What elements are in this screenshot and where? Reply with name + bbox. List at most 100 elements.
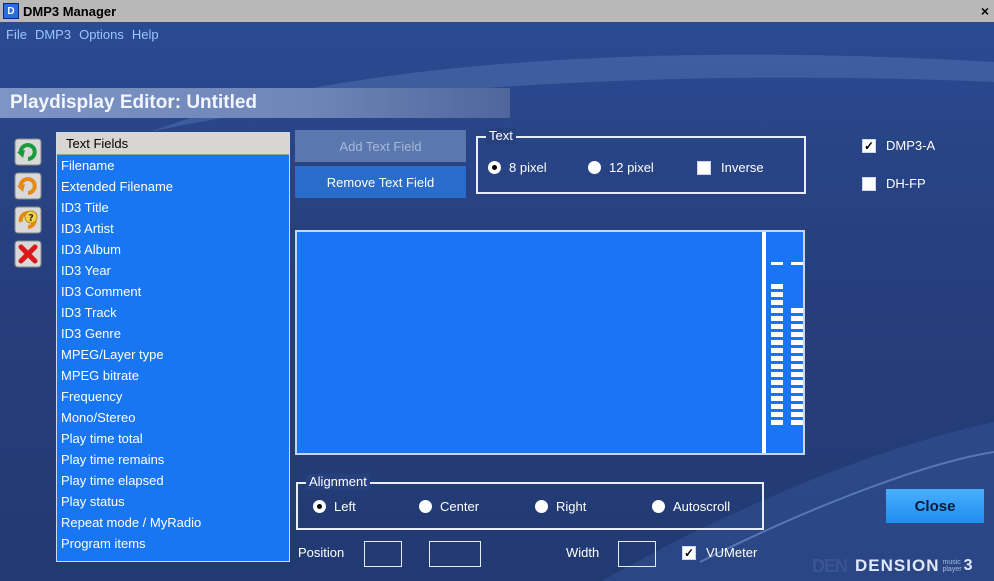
align-autoscroll-radio[interactable]: Autoscroll	[652, 499, 730, 514]
main-area: File DMP3 Options Help Playdisplay Edito…	[0, 22, 994, 581]
menu-bar: File DMP3 Options Help	[0, 22, 994, 46]
vu-segment	[771, 262, 783, 265]
brand-subtext: music player	[942, 559, 961, 573]
position-x-field[interactable]	[364, 541, 402, 567]
vu-segment	[771, 388, 783, 393]
add-green-arrow-icon[interactable]	[14, 138, 42, 166]
list-header[interactable]: Text Fields	[57, 133, 289, 155]
vu-divider-line	[762, 232, 766, 453]
brand-name: DENSION	[855, 556, 940, 575]
list-item[interactable]: ID3 Track	[61, 302, 289, 323]
list-item[interactable]: Mono/Stereo	[61, 407, 289, 428]
list-item[interactable]: ID3 Year	[61, 260, 289, 281]
width-field[interactable]	[618, 541, 656, 567]
radio-8-pixel-label: 8 pixel	[509, 160, 547, 175]
list-item[interactable]: ID3 Comment	[61, 281, 289, 302]
width-label: Width	[566, 545, 600, 560]
list-item[interactable]: MPEG bitrate	[61, 365, 289, 386]
list-item[interactable]: Frequency	[61, 386, 289, 407]
remove-text-field-button[interactable]: Remove Text Field	[295, 166, 466, 198]
window-close-icon[interactable]: ×	[978, 3, 992, 19]
list-item[interactable]: Play time remains	[61, 449, 289, 470]
list-item[interactable]: Play time elapsed	[61, 470, 289, 491]
radio-12-pixel-indicator	[588, 161, 601, 174]
vu-segment	[771, 308, 783, 313]
vumeter-check-indicator: ✓	[682, 545, 696, 560]
orange-arrow-icon[interactable]	[14, 172, 42, 200]
vu-segment	[791, 324, 803, 329]
vu-segment	[771, 404, 783, 409]
vu-segment	[771, 396, 783, 401]
vu-segment	[791, 372, 803, 377]
dhfp-label: DH-FP	[886, 176, 926, 191]
close-button[interactable]: Close	[886, 489, 984, 523]
vu-segment	[771, 364, 783, 369]
vu-segment	[791, 348, 803, 353]
vu-segment	[791, 332, 803, 337]
radio-12-pixel[interactable]: 12 pixel	[588, 160, 654, 175]
align-autoscroll-indicator	[652, 500, 665, 513]
list-item[interactable]: Play status	[61, 491, 289, 512]
vu-segment	[791, 356, 803, 361]
vu-segment	[791, 340, 803, 345]
list-item[interactable]: ID3 Album	[61, 239, 289, 260]
list-item[interactable]: Program items	[61, 533, 289, 554]
vu-segment	[771, 292, 783, 297]
align-center-indicator	[419, 500, 432, 513]
menu-dmp3[interactable]: DMP3	[35, 27, 71, 42]
list-item[interactable]: ID3 Artist	[61, 218, 289, 239]
vu-segment	[791, 380, 803, 385]
radio-12-pixel-label: 12 pixel	[609, 160, 654, 175]
brand-music: music	[942, 559, 961, 566]
list-item[interactable]: MPEG/Layer type	[61, 344, 289, 365]
vu-segment	[791, 316, 803, 321]
text-group-legend: Text	[486, 128, 516, 144]
help-question-icon[interactable]: ?	[14, 206, 42, 234]
align-center-radio[interactable]: Center	[419, 499, 479, 514]
menu-help[interactable]: Help	[132, 27, 159, 42]
list-item[interactable]: Play time total	[61, 428, 289, 449]
vu-segment	[771, 332, 783, 337]
vu-segment	[791, 388, 803, 393]
window-title: DMP3 Manager	[23, 3, 117, 19]
vu-segment	[771, 348, 783, 353]
list-item[interactable]: ID3 Genre	[61, 323, 289, 344]
menu-file[interactable]: File	[6, 27, 27, 42]
vu-segment	[771, 380, 783, 385]
editor-title: Playdisplay Editor: Untitled	[10, 92, 258, 113]
align-right-radio[interactable]: Right	[535, 499, 586, 514]
svg-text:?: ?	[28, 213, 34, 224]
list-item[interactable]: Filename	[61, 155, 289, 176]
alignment-legend: Alignment	[306, 474, 370, 490]
inverse-check-indicator	[697, 160, 711, 175]
list-item[interactable]: ID3 Title	[61, 197, 289, 218]
vu-segment	[791, 262, 803, 265]
list-item[interactable]: Repeat mode / MyRadio	[61, 512, 289, 533]
delete-x-icon[interactable]	[14, 240, 42, 268]
position-y-field[interactable]	[429, 541, 481, 567]
dhfp-checkbox[interactable]: DH-FP	[862, 176, 926, 191]
display-preview[interactable]	[295, 230, 805, 455]
vu-segment	[791, 404, 803, 409]
vu-segment	[791, 420, 803, 425]
text-fields-list[interactable]: Text Fields Filename Extended Filename ID3…	[56, 132, 290, 562]
vu-segment	[771, 340, 783, 345]
dmp3a-label: DMP3-A	[886, 138, 936, 153]
align-right-label: Right	[556, 499, 587, 514]
dhfp-check-indicator	[862, 176, 876, 191]
radio-8-pixel[interactable]: 8 pixel	[488, 160, 547, 175]
vumeter-label: VUMeter	[706, 545, 758, 560]
dmp3a-checkbox[interactable]: ✓ DMP3-A	[862, 138, 935, 153]
vu-segment	[791, 364, 803, 369]
position-label: Position	[298, 545, 345, 560]
dmp3a-check-indicator: ✓	[862, 138, 876, 153]
vu-segment	[791, 412, 803, 417]
vu-segment	[771, 356, 783, 361]
add-text-field-button[interactable]: Add Text Field	[295, 130, 466, 162]
align-left-radio[interactable]: Left	[313, 499, 356, 514]
inverse-checkbox[interactable]: Inverse	[697, 160, 764, 175]
list-item[interactable]: Extended Filename	[61, 176, 289, 197]
menu-options[interactable]: Options	[79, 27, 124, 42]
vu-segment	[771, 412, 783, 417]
vumeter-checkbox[interactable]: ✓ VUMeter	[682, 545, 757, 560]
